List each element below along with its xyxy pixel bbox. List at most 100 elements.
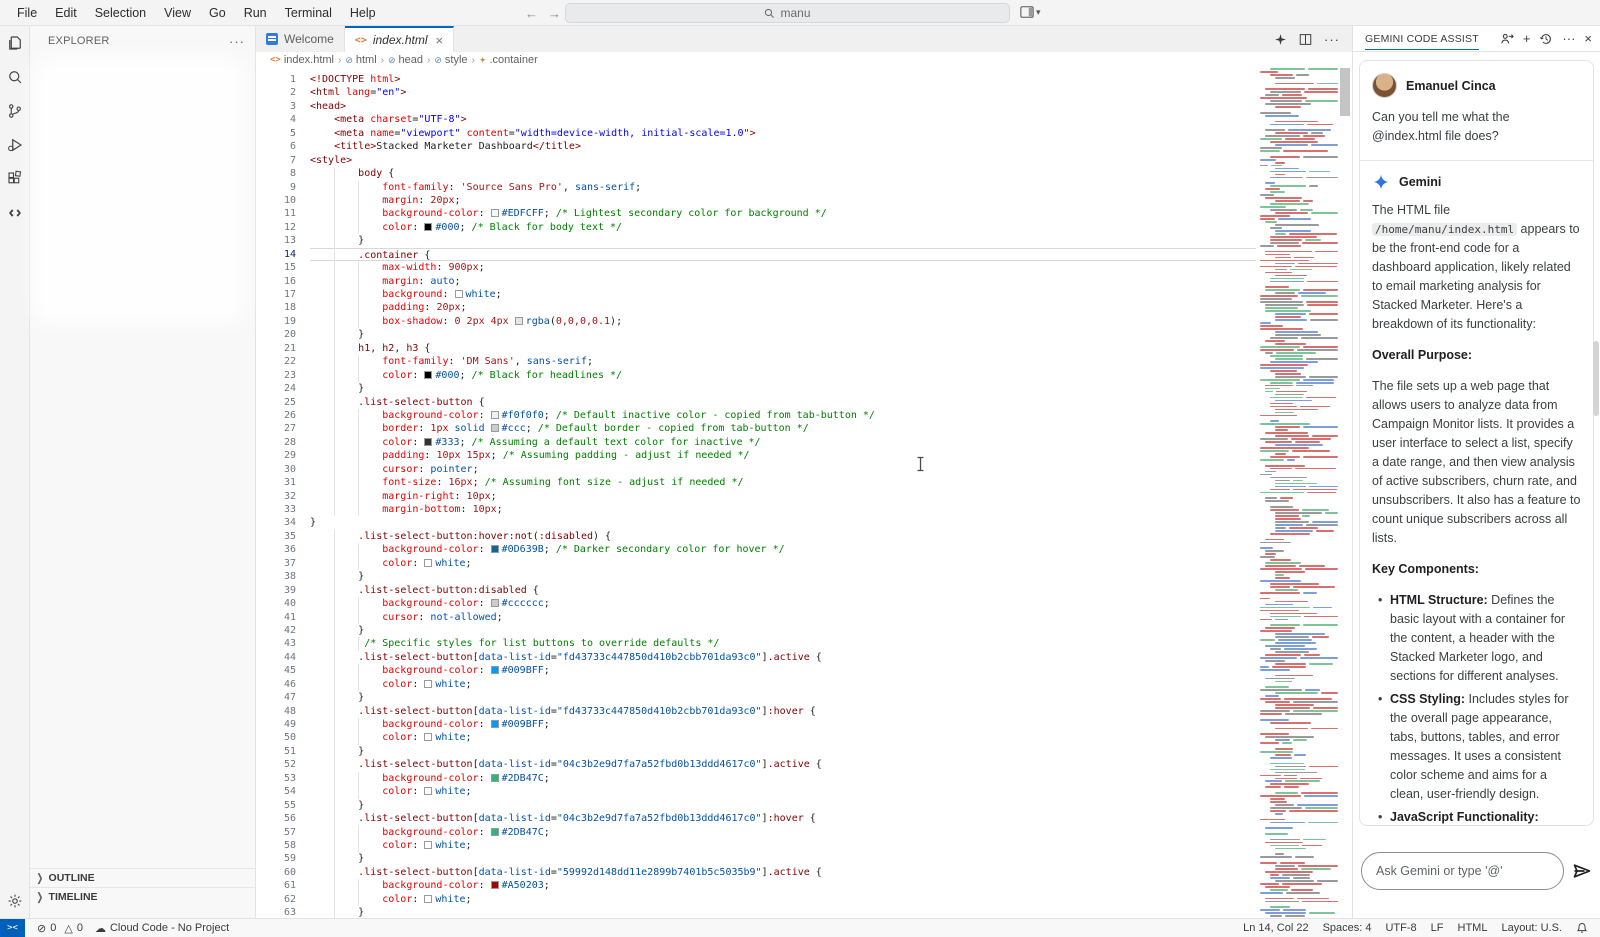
- code-line[interactable]: 30 cursor: pointer;: [256, 463, 1352, 476]
- code-line[interactable]: 16 margin: auto;: [256, 275, 1352, 288]
- chevron-down-icon[interactable]: ▾: [1036, 7, 1041, 18]
- new-chat-icon[interactable]: +: [1523, 32, 1531, 45]
- code-line[interactable]: 50 color: white;: [256, 731, 1352, 744]
- timeline-section[interactable]: ❯TIMELINE: [30, 887, 255, 906]
- line-number[interactable]: 34: [256, 516, 296, 529]
- color-swatch[interactable]: [424, 371, 432, 379]
- settings-gear-icon[interactable]: [6, 892, 24, 910]
- extensions-icon[interactable]: [6, 170, 24, 188]
- code-line[interactable]: 31 font-size: 16px; /* Assuming font siz…: [256, 476, 1352, 489]
- line-number[interactable]: 5: [256, 127, 296, 140]
- code-line[interactable]: 59 }: [256, 852, 1352, 865]
- code-line[interactable]: 45 background-color: #009BFF;: [256, 664, 1352, 677]
- menu-item-view[interactable]: View: [157, 4, 198, 22]
- code-line[interactable]: 25 .list-select-button {: [256, 396, 1352, 409]
- code-line[interactable]: 49 background-color: #009BFF;: [256, 718, 1352, 731]
- status-item[interactable]: Layout: U.S.: [1501, 922, 1562, 934]
- code-line[interactable]: 5 <meta name="viewport" content="width=d…: [256, 127, 1352, 140]
- line-number[interactable]: 44: [256, 651, 296, 664]
- line-number[interactable]: 36: [256, 543, 296, 556]
- history-back-icon[interactable]: ←: [525, 6, 538, 21]
- color-swatch[interactable]: [515, 317, 523, 325]
- code-line[interactable]: 47 }: [256, 691, 1352, 704]
- color-swatch[interactable]: [491, 720, 499, 728]
- code-line[interactable]: 26 background-color: #f0f0f0; /* Default…: [256, 409, 1352, 422]
- line-number[interactable]: 39: [256, 584, 296, 597]
- code-line[interactable]: 4 <meta charset="UTF-8">: [256, 113, 1352, 126]
- code-line[interactable]: 8 body {: [256, 167, 1352, 180]
- line-number[interactable]: 60: [256, 866, 296, 879]
- tab-welcome[interactable]: Welcome: [256, 26, 345, 52]
- line-number[interactable]: 23: [256, 369, 296, 382]
- cloud-code-status[interactable]: ☁Cloud Code - No Project: [95, 922, 229, 935]
- line-number[interactable]: 55: [256, 799, 296, 812]
- line-number[interactable]: 18: [256, 301, 296, 314]
- code-line[interactable]: 58 color: white;: [256, 839, 1352, 852]
- line-number[interactable]: 42: [256, 624, 296, 637]
- line-number[interactable]: 3: [256, 100, 296, 113]
- code-line[interactable]: 24 }: [256, 382, 1352, 395]
- code-line[interactable]: 52 .list-select-button[data-list-id="04c…: [256, 758, 1352, 771]
- color-swatch[interactable]: [491, 666, 499, 674]
- code-line[interactable]: 2<html lang="en">: [256, 86, 1352, 99]
- line-number[interactable]: 45: [256, 664, 296, 677]
- customize-layout-icon[interactable]: [1020, 5, 1034, 19]
- color-swatch[interactable]: [491, 411, 499, 419]
- code-line[interactable]: 33 margin-bottom: 10px;: [256, 503, 1352, 516]
- search-sidebar-icon[interactable]: [6, 68, 24, 86]
- gemini-sparkle-action-icon[interactable]: [1274, 33, 1287, 46]
- code-line[interactable]: 54 color: white;: [256, 785, 1352, 798]
- menu-item-selection[interactable]: Selection: [88, 4, 153, 22]
- feedback-icon[interactable]: [1500, 32, 1514, 46]
- notifications-bell-icon[interactable]: [1576, 922, 1588, 934]
- line-number[interactable]: 37: [256, 557, 296, 570]
- line-number[interactable]: 53: [256, 772, 296, 785]
- code-line[interactable]: 19 box-shadow: 0 2px 4px rgba(0,0,0,0.1)…: [256, 315, 1352, 328]
- line-number[interactable]: 11: [256, 207, 296, 220]
- code-line[interactable]: 34}: [256, 516, 1352, 529]
- line-number[interactable]: 16: [256, 275, 296, 288]
- code-line[interactable]: 37 color: white;: [256, 557, 1352, 570]
- color-swatch[interactable]: [491, 545, 499, 553]
- code-line[interactable]: 40 background-color: #cccccc;: [256, 597, 1352, 610]
- line-number[interactable]: 52: [256, 758, 296, 771]
- line-number[interactable]: 33: [256, 503, 296, 516]
- editor-more-actions-icon[interactable]: ···: [1324, 32, 1340, 47]
- menu-item-edit[interactable]: Edit: [48, 4, 84, 22]
- line-number[interactable]: 20: [256, 328, 296, 341]
- status-item[interactable]: LF: [1431, 922, 1444, 934]
- panel-close-icon[interactable]: ×: [1584, 32, 1592, 45]
- code-line[interactable]: 27 border: 1px solid #ccc; /* Default bo…: [256, 422, 1352, 435]
- status-item[interactable]: Ln 14, Col 22: [1243, 922, 1308, 934]
- tab-close-icon[interactable]: ×: [436, 33, 444, 48]
- line-number[interactable]: 41: [256, 611, 296, 624]
- code-line[interactable]: 32 margin-right: 10px;: [256, 490, 1352, 503]
- line-number[interactable]: 28: [256, 436, 296, 449]
- code-line[interactable]: 53 background-color: #2DB47C;: [256, 772, 1352, 785]
- code-line[interactable]: 41 cursor: not-allowed;: [256, 611, 1352, 624]
- code-line[interactable]: 55 }: [256, 799, 1352, 812]
- code-line[interactable]: 29 padding: 10px 15px; /* Assuming paddi…: [256, 449, 1352, 462]
- menu-item-go[interactable]: Go: [202, 4, 233, 22]
- line-number[interactable]: 6: [256, 140, 296, 153]
- line-number[interactable]: 43: [256, 637, 296, 650]
- menu-item-help[interactable]: Help: [343, 4, 383, 22]
- color-swatch[interactable]: [424, 438, 432, 446]
- line-number[interactable]: 12: [256, 221, 296, 234]
- tab-index-html[interactable]: <> index.html ×: [345, 26, 454, 52]
- code-line[interactable]: 21 h1, h2, h3 {: [256, 342, 1352, 355]
- code-editor[interactable]: 1<!DOCTYPE html>2<html lang="en">3<head>…: [256, 68, 1352, 918]
- status-item[interactable]: Spaces: 4: [1323, 922, 1372, 934]
- code-line[interactable]: 3<head>: [256, 100, 1352, 113]
- breadcrumb-item[interactable]: ✦.container: [479, 54, 538, 66]
- color-swatch[interactable]: [491, 599, 499, 607]
- code-line[interactable]: 56 .list-select-button[data-list-id="04c…: [256, 812, 1352, 825]
- color-swatch[interactable]: [424, 787, 432, 795]
- outline-section[interactable]: ❯OUTLINE: [30, 868, 255, 887]
- problems-indicator[interactable]: ⊘0 △0: [37, 922, 83, 935]
- code-line[interactable]: 20 }: [256, 328, 1352, 341]
- color-swatch[interactable]: [424, 733, 432, 741]
- code-line[interactable]: 39 .list-select-button:disabled {: [256, 584, 1352, 597]
- code-line[interactable]: 62 color: white;: [256, 893, 1352, 906]
- line-number[interactable]: 35: [256, 530, 296, 543]
